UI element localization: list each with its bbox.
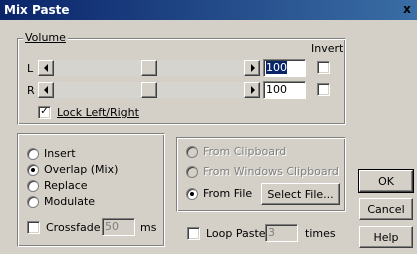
close-icon[interactable]: x (399, 2, 415, 16)
right-invert-checkbox[interactable] (317, 83, 330, 96)
from-file-radio[interactable] (186, 188, 198, 200)
arrow-right-icon (251, 64, 255, 72)
crossfade-unit: ms (140, 221, 157, 234)
ok-button[interactable]: OK (358, 169, 414, 193)
crossfade-input[interactable]: 50 (102, 218, 135, 236)
insert-label[interactable]: Insert (44, 147, 76, 160)
from-clipboard-radio[interactable] (186, 146, 198, 158)
loop-paste-checkbox[interactable] (187, 227, 200, 240)
checkmark-icon: ✓ (40, 106, 49, 117)
replace-label[interactable]: Replace (44, 179, 88, 192)
left-scroll-left-button[interactable] (38, 60, 54, 76)
from-clipboard-label[interactable]: From Clipboard (203, 145, 286, 158)
right-volume-input[interactable]: 100 (263, 81, 306, 99)
lock-left-right-checkbox[interactable]: ✓ (38, 106, 51, 119)
lock-left-right-label[interactable]: Lock Left/Right (57, 106, 139, 119)
volume-group-label: Volume (23, 31, 68, 44)
left-channel-label: L (27, 62, 34, 75)
loop-unit: times (305, 227, 336, 240)
loop-count-input[interactable]: 3 (265, 224, 298, 242)
left-invert-checkbox[interactable] (317, 61, 330, 74)
right-channel-label: R (27, 84, 35, 97)
left-slider-thumb[interactable] (141, 60, 157, 76)
right-scroll-left-button[interactable] (38, 82, 54, 98)
from-file-label[interactable]: From File (203, 187, 252, 200)
title-bar: Mix Paste x (0, 0, 417, 20)
overlap-mix-label[interactable]: Overlap (Mix) (44, 163, 118, 176)
window-title: Mix Paste (4, 3, 70, 17)
overlap-mix-radio[interactable] (27, 164, 39, 176)
replace-radio[interactable] (27, 180, 39, 192)
select-file-button[interactable]: Select File... (261, 183, 340, 205)
loop-paste-label[interactable]: Loop Paste (206, 227, 266, 240)
right-slider-thumb[interactable] (141, 82, 157, 98)
help-button[interactable]: Help (359, 226, 413, 248)
arrow-left-icon (44, 64, 48, 72)
arrow-right-icon (251, 86, 255, 94)
crossfade-checkbox[interactable] (27, 221, 40, 234)
modulate-label[interactable]: Modulate (44, 195, 95, 208)
crossfade-label[interactable]: Crossfade (46, 221, 101, 234)
cancel-button[interactable]: Cancel (359, 198, 413, 220)
arrow-left-icon (44, 86, 48, 94)
left-volume-input[interactable]: 100 (263, 59, 306, 77)
left-scroll-right-button[interactable] (244, 60, 260, 76)
invert-label: Invert (311, 42, 344, 55)
from-windows-clipboard-label[interactable]: From Windows Clipboard (203, 165, 339, 178)
from-windows-clipboard-radio[interactable] (186, 166, 198, 178)
right-scroll-right-button[interactable] (244, 82, 260, 98)
modulate-radio[interactable] (27, 196, 39, 208)
insert-radio[interactable] (27, 148, 39, 160)
